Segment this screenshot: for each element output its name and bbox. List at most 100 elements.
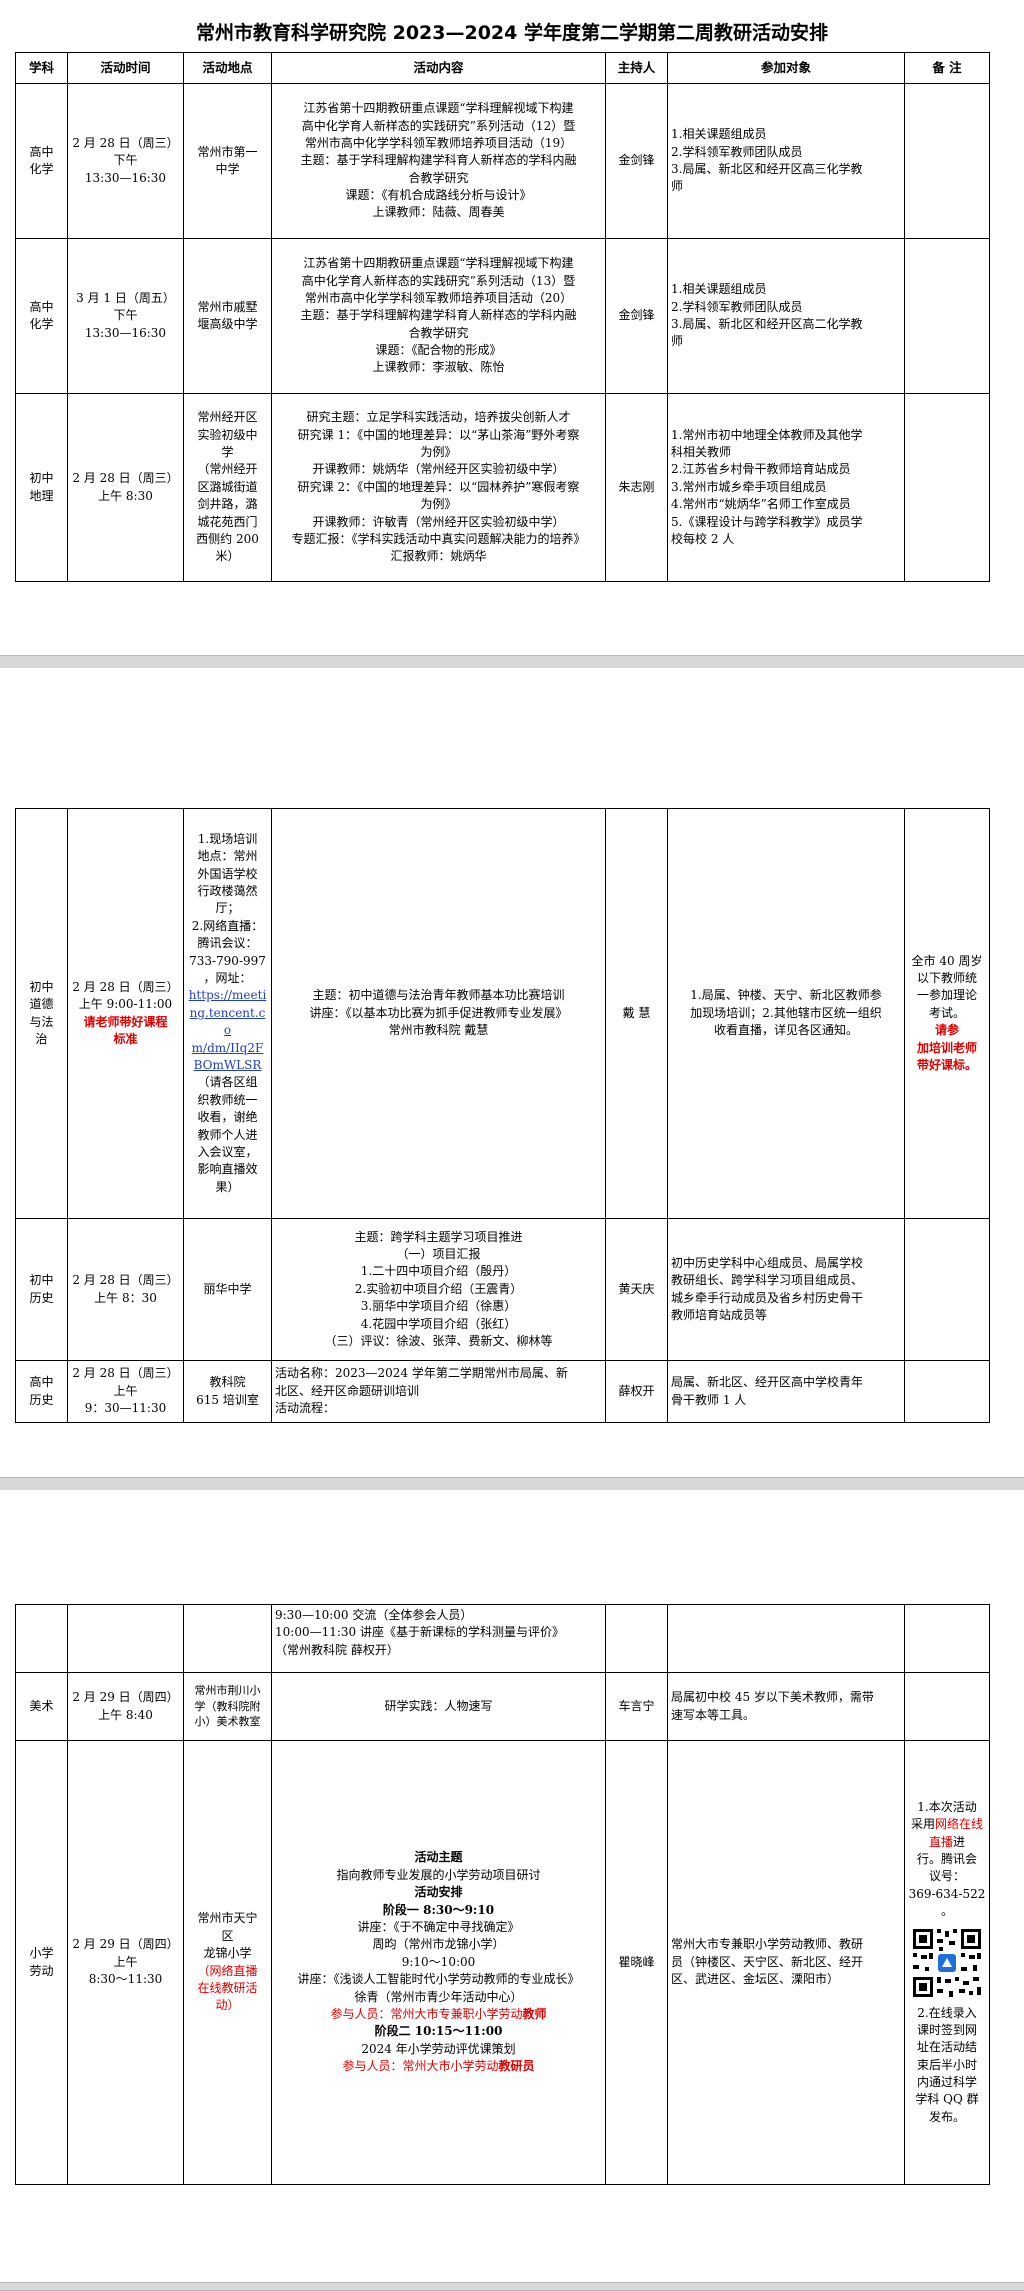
text: 专题汇报：《学科实践活动中真实问题解决能力的培养》 bbox=[291, 531, 586, 546]
place-cell: 常州市第一 中学 bbox=[183, 83, 272, 239]
text: 参与人员：常州大市专兼职小学劳动 bbox=[330, 2006, 523, 2021]
text: 北区、经开区命题研训培训 bbox=[275, 1383, 420, 1398]
text: 2 月 28 日（周三） bbox=[72, 1366, 179, 1381]
text: 。 bbox=[940, 1904, 953, 1919]
subject-cell: 高中 化学 bbox=[15, 83, 68, 239]
text: 上午 bbox=[113, 1954, 138, 1969]
text: 13:30—16:30 bbox=[84, 170, 167, 185]
text: 行。腾讯会 bbox=[916, 1851, 977, 1866]
text: 参与人员：常州大市小学劳动 bbox=[342, 2059, 499, 2074]
text: 西侧约 200 bbox=[196, 531, 259, 546]
meeting-link[interactable]: https://meeti bbox=[187, 987, 268, 1004]
text: 3.常州市城乡牵手项目组成员 bbox=[671, 479, 827, 494]
text: 主题：初中道德与法治青年教师基本功比赛培训 bbox=[312, 988, 565, 1003]
text: 影响直播效 bbox=[197, 1162, 258, 1177]
text: 常州市高中化学学科领军教师培养项目活动（19） bbox=[304, 135, 573, 150]
text: 治 bbox=[35, 1031, 48, 1046]
time-cell: 2 月 28 日（周三） 下午 13:30—16:30 bbox=[67, 83, 184, 239]
text: 上午 bbox=[113, 1383, 138, 1398]
text: 学 bbox=[221, 445, 234, 460]
header-note: 备 注 bbox=[904, 52, 990, 84]
meeting-link[interactable]: BOmWLSR bbox=[187, 1057, 268, 1074]
text: （一）项目汇报 bbox=[396, 1247, 481, 1262]
header-participants: 参加对象 bbox=[667, 52, 905, 84]
text: 9:10～10:00 bbox=[401, 1954, 476, 1969]
text: 讲座：《浅谈人工智能时代小学劳动教师的专业成长》 bbox=[297, 1972, 580, 1987]
text: 1.局属、钟楼、天宁、新北区教师参 bbox=[690, 988, 882, 1003]
text: 1.现场培训 bbox=[197, 831, 258, 846]
text: 2 月 29 日（周四） bbox=[72, 1690, 179, 1705]
text: 小）美术教室 bbox=[194, 1715, 261, 1729]
text: 开课教师：许敏青（常州经开区实验初级中学） bbox=[312, 514, 565, 529]
text: 上午 8:40 bbox=[98, 1707, 153, 1722]
text: 研究主题：立足学科实践活动，培养拔尖创新人才 bbox=[306, 410, 571, 425]
participants-cell: 1.局属、钟楼、天宁、新北区教师参 加现场培训；2.其他辖市区统一组织 收看直播… bbox=[667, 808, 905, 1219]
text: 束后半小时 bbox=[916, 2057, 977, 2072]
subject-cell: 美术 bbox=[15, 1672, 68, 1741]
qr-code-icon[interactable] bbox=[911, 1926, 983, 1999]
text: 道德 bbox=[29, 997, 54, 1012]
text: 师 bbox=[671, 334, 684, 349]
text: 1.本次活动 bbox=[917, 1799, 977, 1814]
place-cell: 教科院 615 培训室 bbox=[183, 1360, 272, 1423]
stage-heading: 阶段二 10:15～11:00 bbox=[374, 2024, 503, 2039]
text: 2024 年小学劳动评优课策划 bbox=[361, 2041, 516, 2056]
text: 采用网络在线直播进 bbox=[908, 1816, 986, 1851]
text: 讲座：《以基本功比赛为抓手促进教师专业发展》 bbox=[309, 1005, 568, 1020]
text: 与法 bbox=[29, 1014, 54, 1029]
text: 2.江苏省乡村骨干教师培育站成员 bbox=[671, 462, 851, 477]
subject-cell: 高中 化学 bbox=[15, 238, 68, 394]
time-cell: 2 月 28 日（周三） 上午 8：30 bbox=[67, 1218, 184, 1361]
text: 常州市第一 bbox=[197, 144, 258, 159]
content-cell: 9:30—10:00 交流（全体参会人员） 10:00—11:30 讲座《基于新… bbox=[271, 1604, 606, 1673]
reminder-text: 加培训老师 bbox=[916, 1040, 977, 1055]
text: 合教学研究 bbox=[408, 170, 469, 185]
text: 指向教师专业发展的小学劳动项目研讨 bbox=[336, 1867, 541, 1882]
text: 高中化学育人新样态的实践研究”系列活动（12）暨 bbox=[301, 118, 576, 133]
header-content: 活动内容 bbox=[271, 52, 606, 84]
time-cell: 2 月 28 日（周三） 上午 8:30 bbox=[67, 393, 184, 582]
meeting-link[interactable]: ng.tencent.co bbox=[187, 1005, 268, 1040]
note-cell bbox=[904, 1604, 990, 1673]
meeting-link[interactable]: m/dm/IIq2F bbox=[187, 1040, 268, 1057]
page-2: 初中 道德 与法 治 2 月 28 日（周三） 上午 9:00-11:00 请老… bbox=[0, 668, 1024, 1477]
text: 地理 bbox=[29, 488, 54, 503]
text: 高中 bbox=[29, 144, 54, 159]
host-cell: 戴 慧 bbox=[605, 808, 668, 1219]
text: 下午 bbox=[113, 308, 138, 323]
text: 2 月 28 日（周三） bbox=[72, 979, 179, 994]
text: 初中 bbox=[29, 979, 54, 994]
place-cell: 常州经开区 实验初级中 学 （常州经开 区潞城街道 剑井路，潞 城花苑西门 西侧… bbox=[183, 393, 272, 582]
participants-cell: 常州大市专兼职小学劳动教师、教研 员（钟楼区、天宁区、新北区、经开 区、武进区、… bbox=[667, 1740, 905, 2185]
table-row: 美术 2 月 29 日（周四） 上午 8:40 常州市荆川小 学（教科院附 小）美术教… bbox=[15, 1672, 990, 1741]
text: 主题：跨学科主题学习项目推进 bbox=[354, 1229, 523, 1244]
table-row: 高中 历史 2 月 28 日（周三） 上午 9：30—11:30 教科院 615 培训室… bbox=[15, 1360, 990, 1423]
text: 局属初中校 45 岁以下美术教师，需带 bbox=[671, 1690, 874, 1705]
text: 1.二十四中项目介绍（殷丹） bbox=[360, 1264, 517, 1279]
text: 9:30—10:00 交流（全体参会人员） bbox=[275, 1608, 473, 1622]
table-header-row: 学科 活动时间 活动地点 活动内容 主持人 参加对象 备 注 bbox=[15, 52, 990, 84]
participants-cell bbox=[667, 1604, 905, 1673]
text: 址在活动结 bbox=[916, 2040, 977, 2055]
text: 9：30—11:30 bbox=[84, 1401, 167, 1416]
header-subject: 学科 bbox=[15, 52, 68, 84]
text: 上午 8:30 bbox=[98, 488, 153, 503]
host-cell: 黄天庆 bbox=[605, 1218, 668, 1361]
text: 收看直播，详见各区通知。 bbox=[713, 1023, 858, 1038]
place-cell: 常州市荆川小 学（教科院附 小）美术教室 bbox=[183, 1672, 272, 1741]
subject-cell: 高中 历史 bbox=[15, 1360, 68, 1423]
text: 2.实验初中项目介绍（王震青） bbox=[354, 1281, 523, 1296]
text: 常州经开区 bbox=[197, 410, 258, 425]
text: 周昀（常州市龙锦小学） bbox=[372, 1937, 505, 1952]
text: 进 bbox=[953, 1834, 966, 1849]
meeting-number: 369-634-522 bbox=[908, 1886, 986, 1901]
text: 化学 bbox=[29, 162, 54, 176]
reminder-text: 请参 bbox=[934, 1023, 959, 1038]
note-cell bbox=[904, 1360, 990, 1423]
text: 实验初级中 bbox=[197, 427, 258, 442]
text: （三）评议：徐波、张萍、费新文、柳林等 bbox=[324, 1333, 553, 1348]
time-cell: 2 月 29 日（周四） 上午 8:40 bbox=[67, 1672, 184, 1741]
text: 高中化学育人新样态的实践研究”系列活动（13）暨 bbox=[301, 273, 576, 288]
subject-cell: 初中 道德 与法 治 bbox=[15, 808, 68, 1219]
text: 速写本等工具。 bbox=[671, 1707, 756, 1722]
